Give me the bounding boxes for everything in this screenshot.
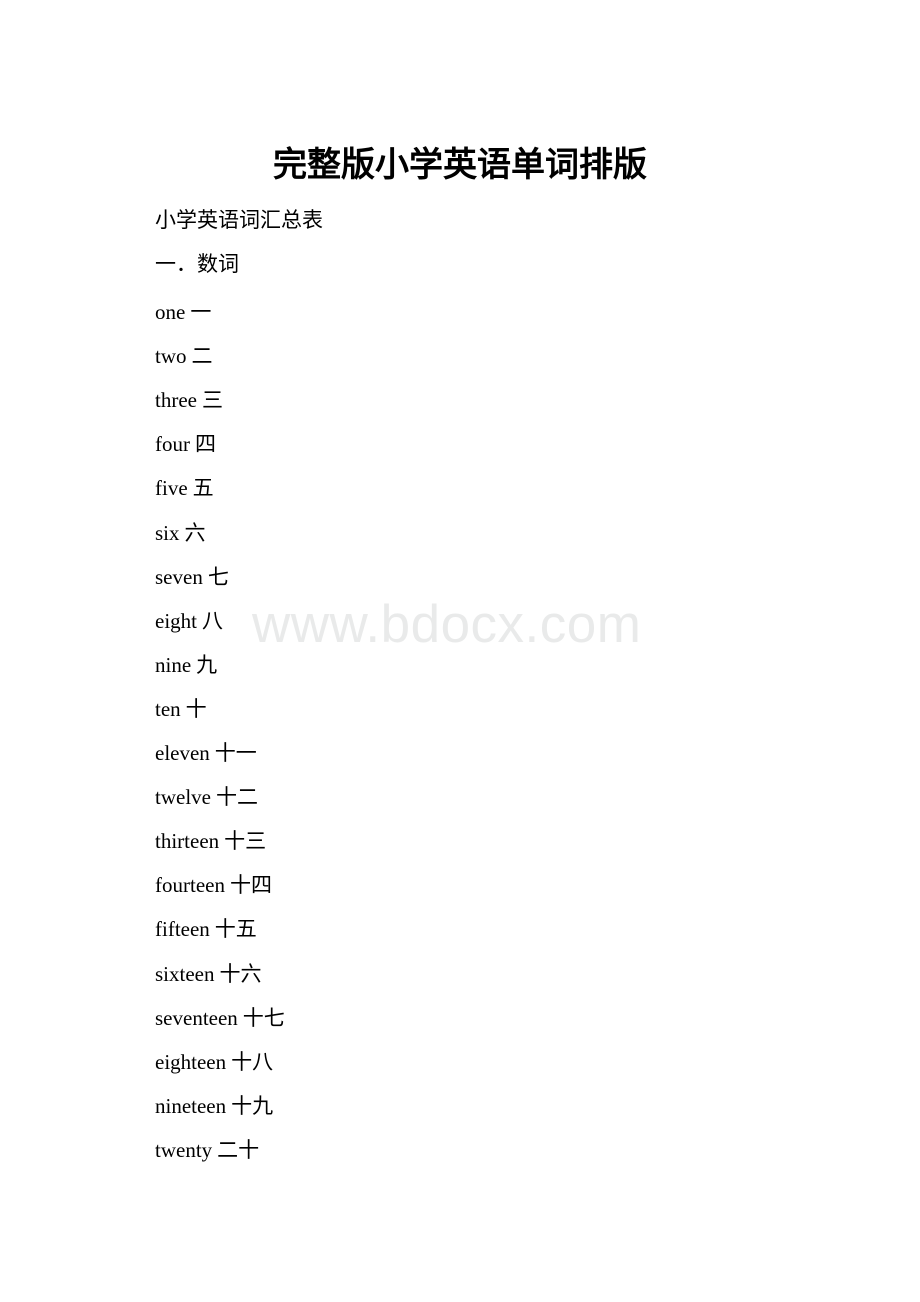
vocabulary-entry: nineteen 十九 bbox=[155, 1093, 273, 1119]
section-heading-numerals: 一．数词 bbox=[155, 252, 239, 276]
vocabulary-gloss: 三 bbox=[201, 388, 223, 413]
vocabulary-gloss: 十五 bbox=[214, 917, 257, 942]
vocabulary-entry: fifteen 十五 bbox=[155, 916, 257, 942]
vocabulary-gloss: 四 bbox=[195, 432, 216, 457]
vocabulary-entry: eight 八 bbox=[155, 608, 223, 634]
vocabulary-entry: one 一 bbox=[155, 299, 211, 325]
vocabulary-term: fifteen bbox=[155, 917, 210, 942]
vocabulary-entry: seven 七 bbox=[155, 564, 229, 590]
vocabulary-entry: eleven 十一 bbox=[155, 740, 257, 766]
vocabulary-gloss: 十六 bbox=[219, 961, 262, 986]
vocabulary-term: six bbox=[155, 520, 180, 545]
vocabulary-term: twenty bbox=[155, 1137, 213, 1162]
vocabulary-term: one bbox=[155, 300, 186, 324]
vocabulary-gloss: 九 bbox=[196, 652, 218, 677]
vocabulary-term: eleven bbox=[155, 741, 210, 765]
page-title: 完整版小学英语单词排版 bbox=[273, 145, 647, 185]
vocabulary-gloss: 十二 bbox=[215, 785, 258, 810]
vocabulary-term: three bbox=[155, 388, 197, 413]
vocabulary-gloss: 十九 bbox=[231, 1093, 274, 1118]
vocabulary-gloss: 十八 bbox=[231, 1049, 274, 1074]
vocabulary-term: four bbox=[155, 432, 190, 457]
vocabulary-term: ten bbox=[155, 696, 181, 721]
vocabulary-gloss: 二 bbox=[191, 344, 213, 369]
vocabulary-entry: eighteen 十八 bbox=[155, 1049, 273, 1075]
vocabulary-term: two bbox=[155, 344, 187, 369]
vocabulary-entry: four 四 bbox=[155, 431, 216, 457]
vocabulary-gloss: 六 bbox=[184, 520, 206, 545]
vocabulary-entry: fourteen 十四 bbox=[155, 872, 272, 898]
vocabulary-entry: two 二 bbox=[155, 343, 213, 369]
vocabulary-entry: twelve 十二 bbox=[155, 784, 258, 810]
site-watermark: www.bdocx.com bbox=[252, 595, 642, 654]
vocabulary-entry: seventeen 十七 bbox=[155, 1005, 285, 1031]
vocabulary-term: seventeen bbox=[155, 1005, 238, 1030]
vocabulary-gloss: 一 bbox=[190, 300, 212, 324]
vocabulary-entry: three 三 bbox=[155, 387, 223, 413]
vocabulary-gloss: 五 bbox=[192, 476, 214, 501]
vocabulary-gloss: 七 bbox=[207, 564, 229, 589]
vocabulary-gloss: 二十 bbox=[217, 1137, 260, 1162]
document-subtitle: 小学英语词汇总表 bbox=[155, 208, 323, 232]
vocabulary-entry: twenty 二十 bbox=[155, 1137, 259, 1163]
vocabulary-entry: thirteen 十三 bbox=[155, 828, 266, 854]
vocabulary-term: five bbox=[155, 476, 188, 501]
vocabulary-term: twelve bbox=[155, 785, 211, 810]
vocabulary-term: sixteen bbox=[155, 961, 215, 986]
vocabulary-term: eight bbox=[155, 608, 197, 633]
vocabulary-gloss: 十三 bbox=[224, 829, 267, 854]
vocabulary-term: fourteen bbox=[155, 873, 225, 898]
vocabulary-gloss: 八 bbox=[202, 608, 223, 633]
vocabulary-entry: nine 九 bbox=[155, 652, 217, 678]
vocabulary-term: nine bbox=[155, 652, 192, 677]
vocabulary-entry: ten 十 bbox=[155, 696, 207, 722]
vocabulary-term: thirteen bbox=[155, 829, 220, 854]
vocabulary-gloss: 十一 bbox=[214, 741, 257, 765]
vocabulary-term: eighteen bbox=[155, 1049, 227, 1074]
vocabulary-gloss: 十 bbox=[185, 696, 207, 721]
vocabulary-gloss: 十七 bbox=[242, 1005, 285, 1030]
vocabulary-term: nineteen bbox=[155, 1093, 227, 1118]
vocabulary-entry: five 五 bbox=[155, 475, 214, 501]
document-page: www.bdocx.com 完整版小学英语单词排版 小学英语词汇总表 一．数词 … bbox=[0, 0, 920, 1302]
vocabulary-entry: sixteen 十六 bbox=[155, 961, 261, 987]
vocabulary-term: seven bbox=[155, 564, 203, 589]
vocabulary-gloss: 十四 bbox=[229, 873, 272, 898]
vocabulary-entry: six 六 bbox=[155, 520, 206, 546]
